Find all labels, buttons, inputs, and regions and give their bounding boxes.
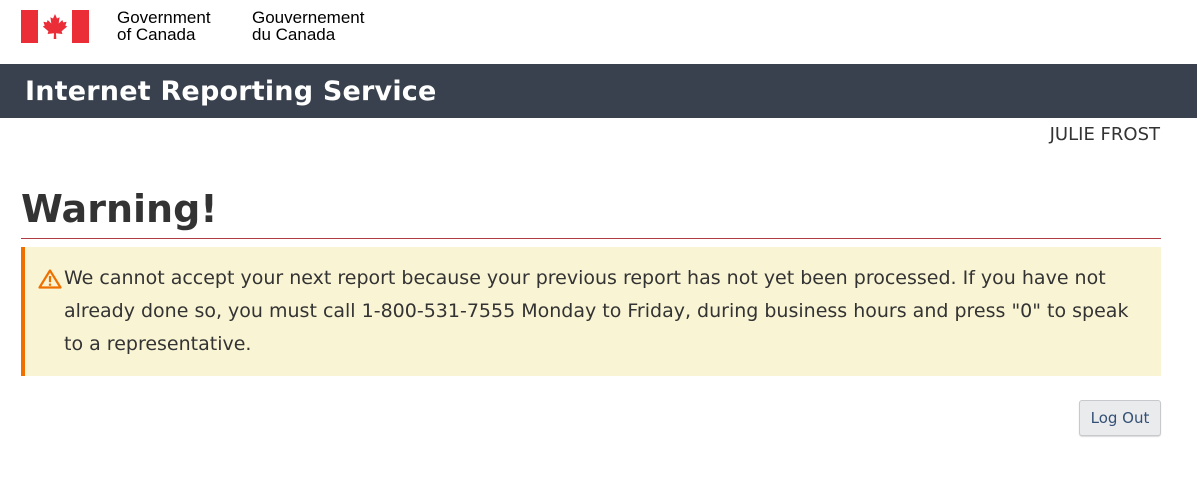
signature-en-line-2: of Canada bbox=[117, 25, 196, 44]
government-header: Government of Canada Gouvernement du Can… bbox=[0, 0, 1197, 64]
signature-fr-line-2: du Canada bbox=[252, 25, 336, 44]
title-divider bbox=[21, 238, 1161, 239]
app-title: Internet Reporting Service bbox=[25, 76, 437, 107]
user-name: JULIE FROST bbox=[1049, 124, 1160, 145]
signature-english: Government of Canada bbox=[117, 9, 211, 43]
logout-button[interactable]: Log Out bbox=[1079, 400, 1161, 436]
alert-message: We cannot accept your next report becaus… bbox=[64, 267, 1129, 355]
warning-triangle-icon bbox=[38, 269, 62, 289]
page-title: Warning! bbox=[21, 187, 218, 231]
app-title-bar: Internet Reporting Service bbox=[0, 64, 1197, 118]
canada-flag-icon bbox=[21, 10, 89, 43]
signature-en-line-1: Government bbox=[117, 8, 211, 27]
signature-french: Gouvernement du Canada bbox=[252, 9, 364, 43]
warning-alert: We cannot accept your next report becaus… bbox=[21, 247, 1161, 376]
signature-fr-line-1: Gouvernement bbox=[252, 8, 365, 27]
